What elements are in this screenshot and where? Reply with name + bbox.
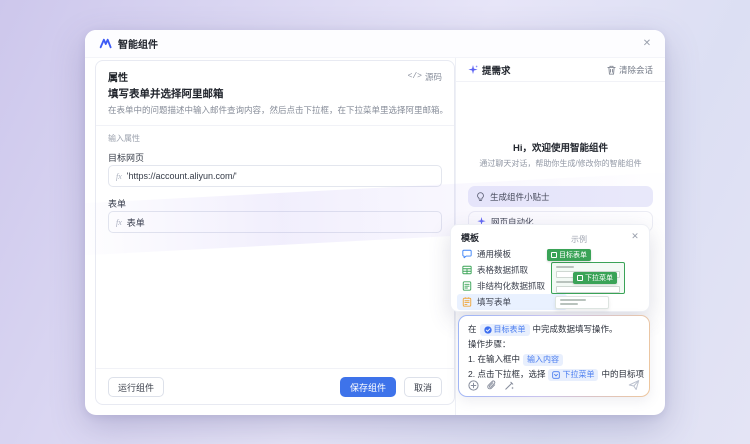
badge-square-icon xyxy=(577,275,583,281)
example-label: 示例 xyxy=(571,234,587,245)
component-description: 在表单中的问题描述中输入邮件查询内容，然后点击下拉框，在下拉菜单里选择阿里邮箱。 xyxy=(108,104,442,116)
composer-line-2: 操作步骤： xyxy=(468,337,640,352)
template-popup: 模板 ✕ 通用模板 表格数据抓取 非结构化数据抓取 xyxy=(450,224,650,312)
dialog-titlebar: 智能组件 ✕ xyxy=(85,30,665,58)
preview-line xyxy=(556,266,574,268)
component-title: 填写表单并选择阿里邮箱 xyxy=(108,86,224,101)
dropdown-tag-icon xyxy=(552,371,560,379)
chat-composer-inner: 在 目标表单 中完成数据填写操作。 操作步骤： 1. 在输入框中 输入内 xyxy=(459,316,649,396)
app-logo-icon xyxy=(99,37,112,50)
desktop-background: 智能组件 ✕ 属性 </> 源码 填写表单并选择阿里邮箱 在表单中的问题描述中输… xyxy=(0,0,750,444)
source-code-label: 源码 xyxy=(425,71,442,83)
template-item-label: 非结构化数据抓取 xyxy=(477,280,545,292)
properties-header: 属性 </> 源码 xyxy=(108,69,442,84)
chat-panel-header: 提需求 清除会话 xyxy=(456,58,665,82)
preview-input xyxy=(556,286,620,293)
table-icon xyxy=(462,265,472,275)
target-url-input[interactable] xyxy=(127,171,434,181)
lightbulb-icon xyxy=(476,192,485,202)
target-url-label: 目标网页 xyxy=(108,151,144,164)
footer-divider xyxy=(96,368,454,369)
preview-line xyxy=(560,303,578,305)
clear-conversation-label: 清除会话 xyxy=(619,64,653,76)
preview-line xyxy=(560,299,586,301)
composer-line-3: 1. 在输入框中 输入内容 xyxy=(468,352,640,367)
example-dropdown-preview xyxy=(555,296,609,309)
chat-panel-title: 提需求 xyxy=(482,63,511,77)
form-input[interactable] xyxy=(127,217,434,227)
input-section-label: 输入属性 xyxy=(108,133,140,144)
input-content-tag[interactable]: 输入内容 xyxy=(523,354,563,366)
badge-label: 下拉菜单 xyxy=(585,273,613,283)
add-circle-icon[interactable] xyxy=(468,380,479,391)
chat-panel-title-wrap: 提需求 xyxy=(468,63,511,77)
target-form-badge: 目标表单 xyxy=(547,249,591,261)
composer-toolbar xyxy=(468,379,640,391)
document-icon xyxy=(462,281,472,291)
text: 中完成数据填写操作。 xyxy=(533,322,618,337)
text: 1. 在输入框中 xyxy=(468,352,520,367)
template-item-label: 表格数据抓取 xyxy=(477,264,528,276)
tag-label: 输入内容 xyxy=(527,354,559,366)
template-item-label: 通用模板 xyxy=(477,248,511,260)
chat-bubble-icon xyxy=(462,249,472,259)
cancel-button[interactable]: 取消 xyxy=(404,377,442,397)
tag-label: 目标表单 xyxy=(494,324,526,336)
run-component-button[interactable]: 运行组件 xyxy=(108,377,164,397)
badge-square-icon xyxy=(551,252,557,258)
chip-component-tips[interactable]: 生成组件小贴士 xyxy=(468,186,653,207)
template-item-fill-form[interactable]: 填写表单 xyxy=(457,294,567,310)
greeting-text: Hi，欢迎使用智能组件 xyxy=(456,140,665,154)
chip-label: 生成组件小贴士 xyxy=(490,191,550,203)
target-form-tag[interactable]: 目标表单 xyxy=(480,324,530,336)
template-popup-title: 模板 xyxy=(461,231,479,244)
target-url-field[interactable]: fx xyxy=(108,165,442,187)
form-field-label: 表单 xyxy=(108,197,126,210)
form-icon xyxy=(462,297,472,307)
popup-close-icon[interactable]: ✕ xyxy=(628,229,642,243)
code-icon: </> xyxy=(408,72,422,81)
attachment-icon[interactable] xyxy=(486,380,497,391)
dialog-close-icon[interactable]: ✕ xyxy=(639,36,655,52)
save-component-button[interactable]: 保存组件 xyxy=(340,377,396,397)
properties-footer: 运行组件 保存组件 取消 xyxy=(108,377,442,397)
magic-wand-icon[interactable] xyxy=(504,380,515,391)
text: 操作步骤： xyxy=(468,337,511,352)
composer-line-1: 在 目标表单 中完成数据填写操作。 xyxy=(468,322,640,337)
formula-icon: fx xyxy=(116,172,122,181)
send-icon[interactable] xyxy=(628,379,640,391)
form-field[interactable]: fx xyxy=(108,211,442,233)
properties-heading: 属性 xyxy=(108,69,128,84)
clear-conversation-button[interactable]: 清除会话 xyxy=(607,64,653,76)
trash-icon xyxy=(607,65,616,75)
chat-composer[interactable]: 在 目标表单 中完成数据填写操作。 操作步骤： 1. 在输入框中 输入内 xyxy=(458,315,650,397)
text: 在 xyxy=(468,322,477,337)
badge-label: 目标表单 xyxy=(559,250,587,260)
formula-icon: fx xyxy=(116,218,122,227)
dialog-title: 智能组件 xyxy=(118,36,158,51)
divider xyxy=(96,125,454,126)
check-circle-icon xyxy=(484,326,492,334)
properties-panel: 属性 </> 源码 填写表单并选择阿里邮箱 在表单中的问题描述中输入邮件查询内容… xyxy=(95,60,455,405)
source-code-toggle[interactable]: </> 源码 xyxy=(408,71,442,83)
smart-component-dialog: 智能组件 ✕ 属性 </> 源码 填写表单并选择阿里邮箱 在表单中的问题描述中输… xyxy=(85,30,665,415)
sparkle-icon xyxy=(468,65,478,75)
greeting-subtitle: 通过聊天对话，帮助你生成/修改你的智能组件 xyxy=(456,158,665,169)
dropdown-menu-badge: 下拉菜单 xyxy=(573,272,617,284)
template-item-label: 填写表单 xyxy=(477,296,511,308)
